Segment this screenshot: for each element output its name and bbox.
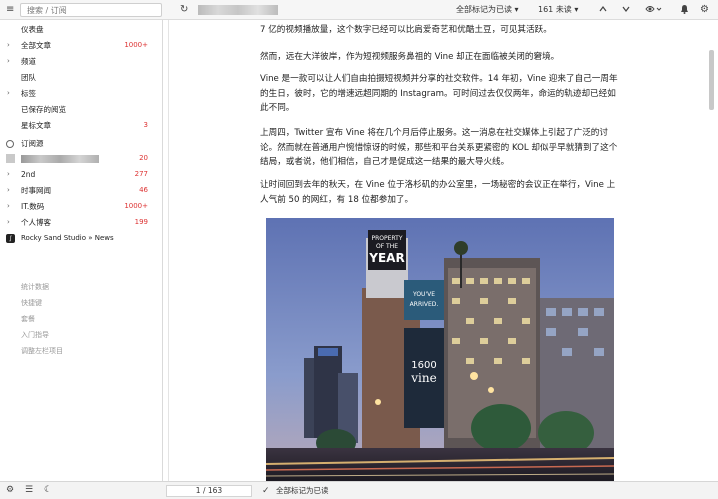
footer-link-guide[interactable]: 入门指导 bbox=[21, 330, 49, 340]
sidebar-item-label: 星标文章 bbox=[21, 121, 51, 130]
article-image: PROPERTY OF THE YEAR YOU'VE ARRIVED. 160… bbox=[266, 218, 614, 481]
top-toolbar: ≡ ↻ 全部标记为已读 ▾ 161 未读 ▾ ⚙ bbox=[0, 0, 718, 20]
feed-item-redacted[interactable]: 20 bbox=[0, 151, 162, 166]
feed-folder-2nd[interactable]: › 2nd 277 bbox=[0, 167, 162, 182]
feed-folder-news[interactable]: › 时事网闻 46 bbox=[0, 183, 162, 198]
sidebar-item-channels[interactable]: › 频道 bbox=[0, 54, 162, 69]
feed-unread-count: 199 bbox=[134, 218, 148, 226]
feed-name-redacted bbox=[21, 155, 99, 163]
sign-text-2: OF THE bbox=[376, 243, 398, 250]
chevron-down-icon[interactable] bbox=[621, 4, 631, 18]
bell-icon[interactable] bbox=[680, 4, 689, 18]
sidebar: 仪表盘 › 全部文章 1000+ › 频道 团队 › 标签 已保存的阅览 星标文… bbox=[0, 20, 163, 481]
chevron-right-icon[interactable]: › bbox=[7, 215, 10, 230]
feed-item-rocky-sand[interactable]: ∫ Rocky Sand Studio » News bbox=[0, 231, 162, 246]
bottom-toolbar: ⚙ ☰ ☾ 1 / 163 ✓ 全部标记为已读 bbox=[0, 481, 718, 499]
article-paragraph: 让时间回到去年的秋天，在 Vine 位于洛杉矶的办公室里，一场秘密的会议正在举行… bbox=[260, 180, 616, 205]
sidebar-item-team[interactable]: 团队 bbox=[0, 70, 162, 85]
sign-text-3: YEAR bbox=[368, 251, 404, 265]
feed-unread-count: 20 bbox=[139, 154, 148, 162]
unread-count-label: 161 未读 bbox=[538, 5, 572, 14]
footer-link-customize[interactable]: 调整左栏项目 bbox=[21, 346, 63, 356]
sign-text-1: PROPERTY bbox=[372, 235, 403, 242]
chevron-right-icon[interactable]: › bbox=[7, 199, 10, 214]
feed-folder-personal-blogs[interactable]: › 个人博客 199 bbox=[0, 215, 162, 230]
article-paragraph: 上周四，Twitter 宣布 Vine 将在几个月后停止服务。这一消息在社交媒体… bbox=[260, 128, 618, 167]
building-text-1: 1600 bbox=[411, 360, 436, 371]
list-view-icon[interactable]: ☰ bbox=[25, 485, 33, 496]
footer-link-stats[interactable]: 统计数据 bbox=[21, 282, 49, 292]
sidebar-item-label: 仪表盘 bbox=[21, 25, 44, 34]
settings-gear-icon[interactable]: ⚙ bbox=[6, 485, 14, 496]
article-paragraph: 7 亿的视频播放量，这个数字已经可以比肩爱奇艺和优酷土豆，可见其活跃。 bbox=[260, 25, 552, 35]
sidebar-item-starred[interactable]: 星标文章 3 bbox=[0, 118, 162, 133]
sidebar-item-label: 频道 bbox=[21, 57, 36, 66]
sidebar-item-all-articles[interactable]: › 全部文章 1000+ bbox=[0, 38, 162, 53]
article-reader: 7 亿的视频播放量，这个数字已经可以比肩爱奇艺和优酷土豆，可见其活跃。 然而，远… bbox=[163, 20, 718, 481]
chevron-right-icon[interactable]: › bbox=[7, 86, 10, 101]
search-input[interactable] bbox=[20, 3, 162, 17]
article-paragraph: 然而，远在大洋彼岸，作为短视频服务鼻祖的 Vine 却正在面临被关闭的窘境。 bbox=[260, 52, 560, 62]
check-icon[interactable]: ✓ bbox=[262, 486, 270, 497]
article-paragraph: Vine 是一款可以让人们自由拍摄短视频并分享的社交软件。14 年初，Vine … bbox=[260, 74, 618, 113]
app-window: ≡ ↻ 全部标记为已读 ▾ 161 未读 ▾ ⚙ 仪表盘 › 全部文章 1000… bbox=[0, 0, 718, 499]
feed-favicon bbox=[6, 154, 15, 163]
settings-icon[interactable]: ⚙ bbox=[700, 4, 709, 16]
sidebar-item-label: 标签 bbox=[21, 89, 36, 98]
feed-unread-count: 277 bbox=[134, 170, 148, 178]
sidebar-item-saved-views[interactable]: 已保存的阅览 bbox=[0, 102, 162, 117]
feed-folder-label: IT.数码 bbox=[21, 202, 45, 211]
feed-unread-count: 46 bbox=[139, 186, 148, 194]
scrollbar-thumb[interactable] bbox=[709, 50, 714, 110]
starred-count: 3 bbox=[143, 121, 148, 129]
mark-all-read-label: 全部标记为已读 bbox=[456, 5, 512, 14]
banner-text-1: YOU'VE bbox=[412, 291, 435, 298]
subscriptions-header[interactable]: 订阅源 bbox=[0, 136, 162, 151]
chevron-right-icon[interactable]: › bbox=[7, 167, 10, 182]
moon-icon[interactable]: ☾ bbox=[44, 485, 52, 496]
feed-unread-count: 1000+ bbox=[124, 202, 148, 210]
feed-item-label: Rocky Sand Studio » News bbox=[21, 234, 114, 242]
subscriptions-icon bbox=[6, 140, 14, 148]
chevron-right-icon[interactable]: › bbox=[7, 54, 10, 69]
banner-text-2: ARRIVED. bbox=[410, 301, 439, 308]
sidebar-item-tags[interactable]: › 标签 bbox=[0, 86, 162, 101]
feed-folder-label: 时事网闻 bbox=[21, 186, 51, 195]
hamburger-icon[interactable]: ≡ bbox=[6, 4, 14, 16]
feed-folder-it-digital[interactable]: › IT.数码 1000+ bbox=[0, 199, 162, 214]
footer-link-shortcuts[interactable]: 快捷键 bbox=[21, 298, 42, 308]
eye-icon[interactable] bbox=[645, 4, 663, 18]
building-photo: PROPERTY OF THE YEAR YOU'VE ARRIVED. 160… bbox=[266, 218, 614, 481]
chevron-right-icon[interactable]: › bbox=[7, 38, 10, 53]
footer-link-plans[interactable]: 套餐 bbox=[21, 314, 35, 324]
refresh-icon[interactable]: ↻ bbox=[180, 4, 188, 16]
chevron-right-icon[interactable]: › bbox=[7, 183, 10, 198]
unread-filter-dropdown[interactable]: 161 未读 ▾ bbox=[538, 5, 578, 15]
chevron-up-icon[interactable] bbox=[598, 4, 608, 18]
rocky-sand-favicon: ∫ bbox=[6, 234, 15, 243]
feed-folder-label: 2nd bbox=[21, 170, 36, 179]
mark-all-read-dropdown[interactable]: 全部标记为已读 ▾ bbox=[456, 5, 519, 15]
unread-count: 1000+ bbox=[124, 41, 148, 49]
feed-folder-label: 个人博客 bbox=[21, 218, 51, 227]
mark-all-read-button[interactable]: 全部标记为已读 bbox=[276, 486, 329, 496]
sidebar-item-dashboard[interactable]: 仪表盘 bbox=[0, 22, 162, 37]
reader-left-border bbox=[168, 20, 169, 481]
subscriptions-header-label: 订阅源 bbox=[21, 139, 44, 148]
sidebar-item-label: 团队 bbox=[21, 73, 36, 82]
sidebar-item-label: 全部文章 bbox=[21, 41, 51, 50]
article-source-redacted bbox=[198, 5, 278, 15]
sidebar-item-label: 已保存的阅览 bbox=[21, 105, 66, 114]
page-indicator[interactable]: 1 / 163 bbox=[166, 485, 252, 497]
building-text-2: vine bbox=[410, 371, 436, 385]
